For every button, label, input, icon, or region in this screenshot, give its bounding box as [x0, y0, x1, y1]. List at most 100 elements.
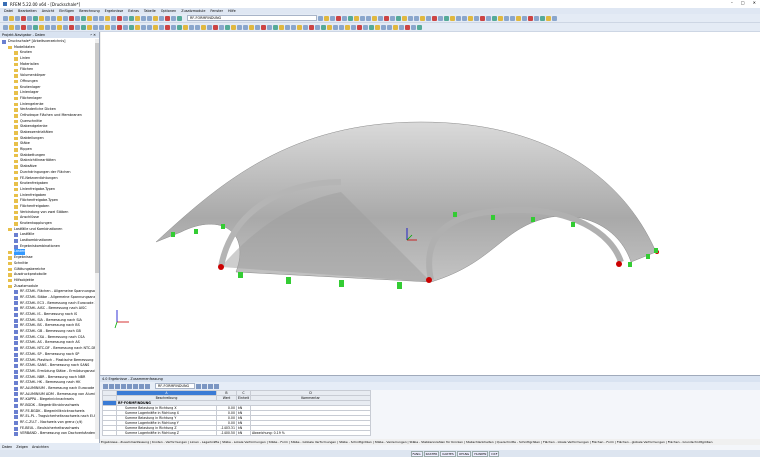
navigator-scrollbar[interactable]: [95, 39, 99, 439]
toolbar-button-icon[interactable]: [15, 16, 20, 21]
toolbar-button-icon[interactable]: [267, 25, 272, 30]
maximize-button[interactable]: □: [741, 0, 745, 5]
toolbar-button-icon[interactable]: [93, 16, 98, 21]
toolbar-button-icon[interactable]: [318, 16, 323, 21]
toolbar-button-icon[interactable]: [402, 16, 407, 21]
toolbar-button-icon[interactable]: [219, 25, 224, 30]
toolbar-button-icon[interactable]: [75, 25, 80, 30]
toolbar-button-icon[interactable]: [129, 25, 134, 30]
toolbar-button-icon[interactable]: [177, 16, 182, 21]
status-toggle[interactable]: OFANG: [457, 451, 471, 457]
table-row[interactable]: Summe Lagerkräfte in Richtung Z-1400.50k…: [103, 431, 371, 436]
toolbar-button-icon[interactable]: [324, 16, 329, 21]
menu-item[interactable]: Bearbeiten: [18, 9, 37, 13]
toolbar-button-icon[interactable]: [342, 16, 347, 21]
toolbar-button-icon[interactable]: [396, 16, 401, 21]
toolbar-button-icon[interactable]: [249, 25, 254, 30]
toolbar-button-icon[interactable]: [153, 16, 158, 21]
toolbar-button-icon[interactable]: [414, 16, 419, 21]
minimize-button[interactable]: –: [731, 0, 733, 5]
toolbar-button-icon[interactable]: [462, 16, 467, 21]
toolbar-button-icon[interactable]: [171, 16, 176, 21]
toolbar-button-icon[interactable]: [117, 25, 122, 30]
toolbar-button-icon[interactable]: [393, 25, 398, 30]
toolbar-button-icon[interactable]: [303, 25, 308, 30]
toolbar-button-icon[interactable]: [3, 25, 8, 30]
toolbar-button-icon[interactable]: [33, 16, 38, 21]
toolbar-button-icon[interactable]: [339, 25, 344, 30]
results-combo[interactable]: RF-FORMFINDUNG: [155, 383, 195, 389]
toolbar-button-icon[interactable]: [369, 25, 374, 30]
status-toggle[interactable]: FANG: [411, 451, 423, 457]
toolbar-button-icon[interactable]: [195, 25, 200, 30]
toolbar-button-icon[interactable]: [351, 25, 356, 30]
toolbar-button-icon[interactable]: [315, 25, 320, 30]
toolbar-button-icon[interactable]: [321, 25, 326, 30]
menu-item[interactable]: Optionen: [161, 9, 177, 13]
toolbar-button-icon[interactable]: [63, 16, 68, 21]
toolbar-button-icon[interactable]: [87, 25, 92, 30]
toolbar-button-icon[interactable]: [15, 25, 20, 30]
menu-item[interactable]: Ansicht: [42, 9, 55, 13]
toolbar-button-icon[interactable]: [81, 25, 86, 30]
toolbar-button-icon[interactable]: [93, 25, 98, 30]
toolbar-button-icon[interactable]: [87, 16, 92, 21]
toolbar-button-icon[interactable]: [189, 25, 194, 30]
toolbar-button-icon[interactable]: [9, 16, 14, 21]
toolbar-button-icon[interactable]: [57, 25, 62, 30]
menu-item[interactable]: Einfügen: [59, 9, 74, 13]
toolbar-button-icon[interactable]: [45, 16, 50, 21]
navigator-tab[interactable]: Daten: [2, 445, 12, 449]
toolbar-button-icon[interactable]: [357, 25, 362, 30]
toolbar-button-icon[interactable]: [135, 16, 140, 21]
toolbar-button-icon[interactable]: [39, 25, 44, 30]
toolbar-button-icon[interactable]: [255, 25, 260, 30]
toolbar-button-icon[interactable]: [99, 16, 104, 21]
toolbar-button-icon[interactable]: [516, 16, 521, 21]
toolbar-button-icon[interactable]: [117, 16, 122, 21]
toolbar-button-icon[interactable]: [522, 16, 527, 21]
toolbar-button-icon[interactable]: [33, 25, 38, 30]
toolbar-button-icon[interactable]: [3, 16, 8, 21]
toolbar-button-icon[interactable]: [378, 16, 383, 21]
menu-item[interactable]: Tabelle: [144, 9, 156, 13]
toolbar-button-icon[interactable]: [57, 16, 62, 21]
toolbar-button-icon[interactable]: [111, 16, 116, 21]
toolbar-button-icon[interactable]: [297, 25, 302, 30]
toolbar-button-icon[interactable]: [39, 16, 44, 21]
row-header[interactable]: [103, 431, 117, 436]
toolbar-button-icon[interactable]: [354, 16, 359, 21]
toolbar-button-icon[interactable]: [492, 16, 497, 21]
status-toggle[interactable]: KARTES: [440, 451, 455, 457]
toolbar-button-icon[interactable]: [426, 16, 431, 21]
toolbar-button-icon[interactable]: [147, 25, 152, 30]
toolbar-button-icon[interactable]: [360, 16, 365, 21]
toolbar-button-icon[interactable]: [237, 25, 242, 30]
toolbar-button-icon[interactable]: [171, 25, 176, 30]
toolbar-button-icon[interactable]: [279, 25, 284, 30]
toolbar-button-icon[interactable]: [540, 16, 545, 21]
toolbar-button-icon[interactable]: [408, 16, 413, 21]
menu-item[interactable]: Hilfe: [228, 9, 236, 13]
toolbar-button-icon[interactable]: [231, 25, 236, 30]
toolbar-button-icon[interactable]: [474, 16, 479, 21]
menu-item[interactable]: Ergebnisse: [105, 9, 124, 13]
toolbar-button-icon[interactable]: [468, 16, 473, 21]
toolbar-button-icon[interactable]: [390, 16, 395, 21]
toolbar-button-icon[interactable]: [291, 25, 296, 30]
status-toggle[interactable]: HLINIEN: [472, 451, 488, 457]
toolbar-button-icon[interactable]: [528, 16, 533, 21]
toolbar-button-icon[interactable]: [330, 16, 335, 21]
toolbar-button-icon[interactable]: [327, 25, 332, 30]
toolbar-button-icon[interactable]: [81, 16, 86, 21]
toolbar-button-icon[interactable]: [165, 25, 170, 30]
toolbar-button-icon[interactable]: [444, 16, 449, 21]
toolbar-button-icon[interactable]: [75, 16, 80, 21]
toolbar-button-icon[interactable]: [309, 25, 314, 30]
toolbar-button-icon[interactable]: [27, 25, 32, 30]
toolbar-button-icon[interactable]: [438, 16, 443, 21]
3d-model-view[interactable]: [101, 32, 760, 375]
toolbar-button-icon[interactable]: [552, 16, 557, 21]
toolbar-button-icon[interactable]: [381, 25, 386, 30]
toolbar-button-icon[interactable]: [51, 16, 56, 21]
